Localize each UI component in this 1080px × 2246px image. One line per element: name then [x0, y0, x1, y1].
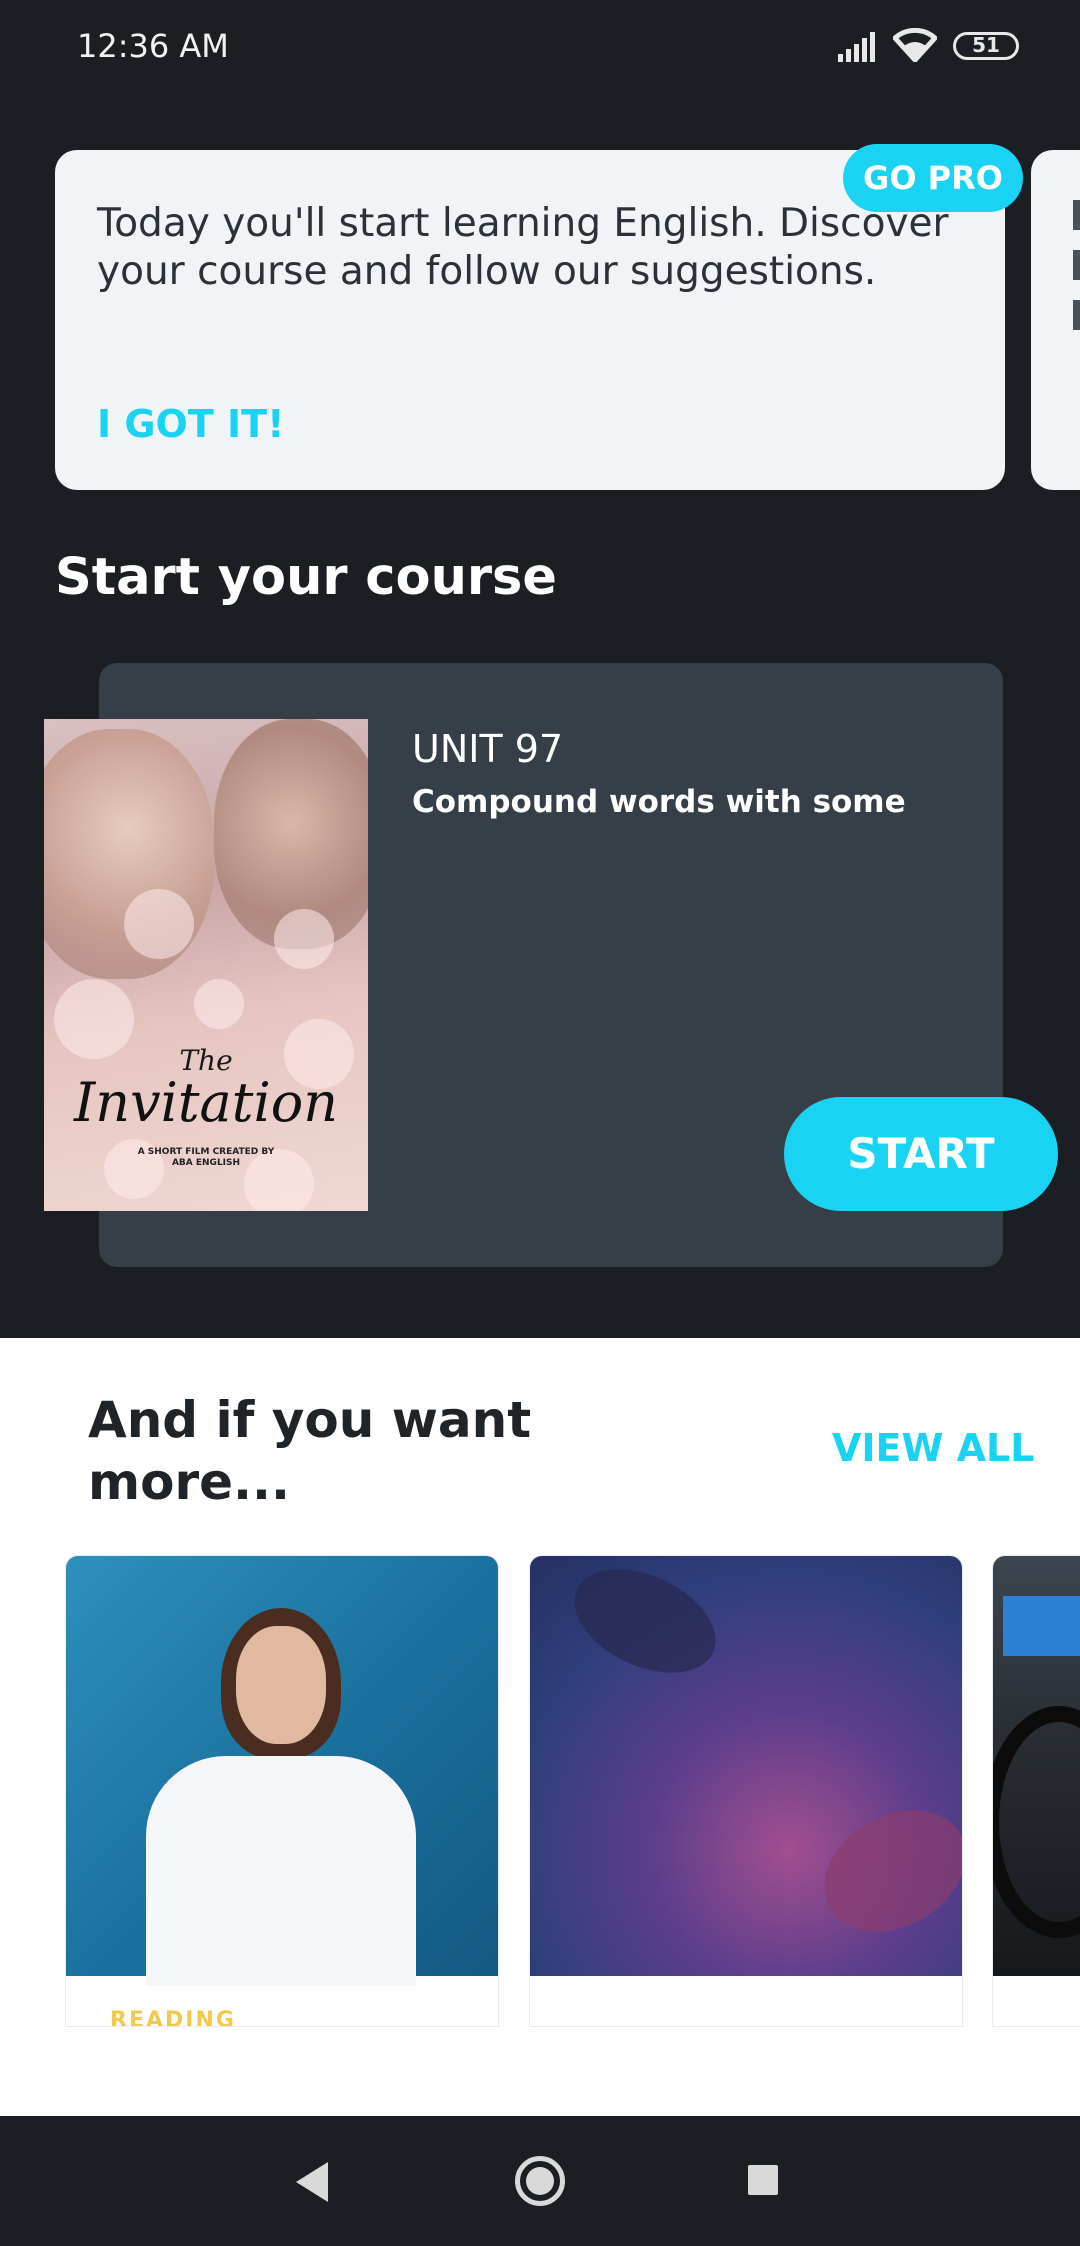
status-bar: 12:36 AM 51	[0, 0, 1080, 96]
poster-credit-line1: A SHORT FILM CREATED BY	[137, 1147, 275, 1157]
view-all-link[interactable]: VIEW ALL	[832, 1426, 1035, 1470]
battery-level: 51	[972, 33, 1000, 57]
back-icon[interactable]	[296, 2162, 328, 2202]
content-card-reading[interactable]: READING	[66, 1556, 498, 2026]
more-heading: And if you want more...	[88, 1391, 532, 1511]
course-poster[interactable]: The Invitation A SHORT FILM CREATED BY A…	[44, 719, 368, 1211]
tip-text: Today you'll start learning English. Dis…	[97, 201, 949, 294]
more-section: And if you want more... VIEW ALL READING	[0, 1338, 1080, 2116]
content-card-tag: READING	[110, 2008, 236, 2026]
signal-icon	[838, 32, 875, 62]
content-card-image	[66, 1556, 498, 1986]
unit-title: Compound words with some	[412, 784, 906, 820]
next-tip-card[interactable]	[1031, 150, 1080, 490]
content-card[interactable]	[993, 1556, 1080, 2026]
content-card[interactable]	[530, 1556, 962, 2026]
content-card-image	[993, 1556, 1080, 1976]
home-icon[interactable]	[515, 2156, 565, 2206]
start-course-heading: Start your course	[55, 548, 557, 607]
poster-credit: A SHORT FILM CREATED BY ABA ENGLISH	[44, 1147, 368, 1169]
i-got-it-button[interactable]: I GOT IT!	[97, 402, 284, 446]
go-pro-button[interactable]: GO PRO	[843, 144, 1023, 212]
system-nav-bar	[0, 2116, 1080, 2246]
wifi-icon	[893, 28, 937, 62]
status-time: 12:36 AM	[77, 27, 229, 65]
poster-credit-line2: ABA ENGLISH	[171, 1158, 241, 1168]
start-button[interactable]: START	[784, 1097, 1058, 1211]
content-card-image	[530, 1556, 962, 1976]
recents-icon[interactable]	[748, 2165, 778, 2195]
battery-icon: 51	[953, 32, 1019, 60]
poster-title: Invitation	[73, 1071, 339, 1134]
unit-label: UNIT 97	[412, 727, 564, 771]
